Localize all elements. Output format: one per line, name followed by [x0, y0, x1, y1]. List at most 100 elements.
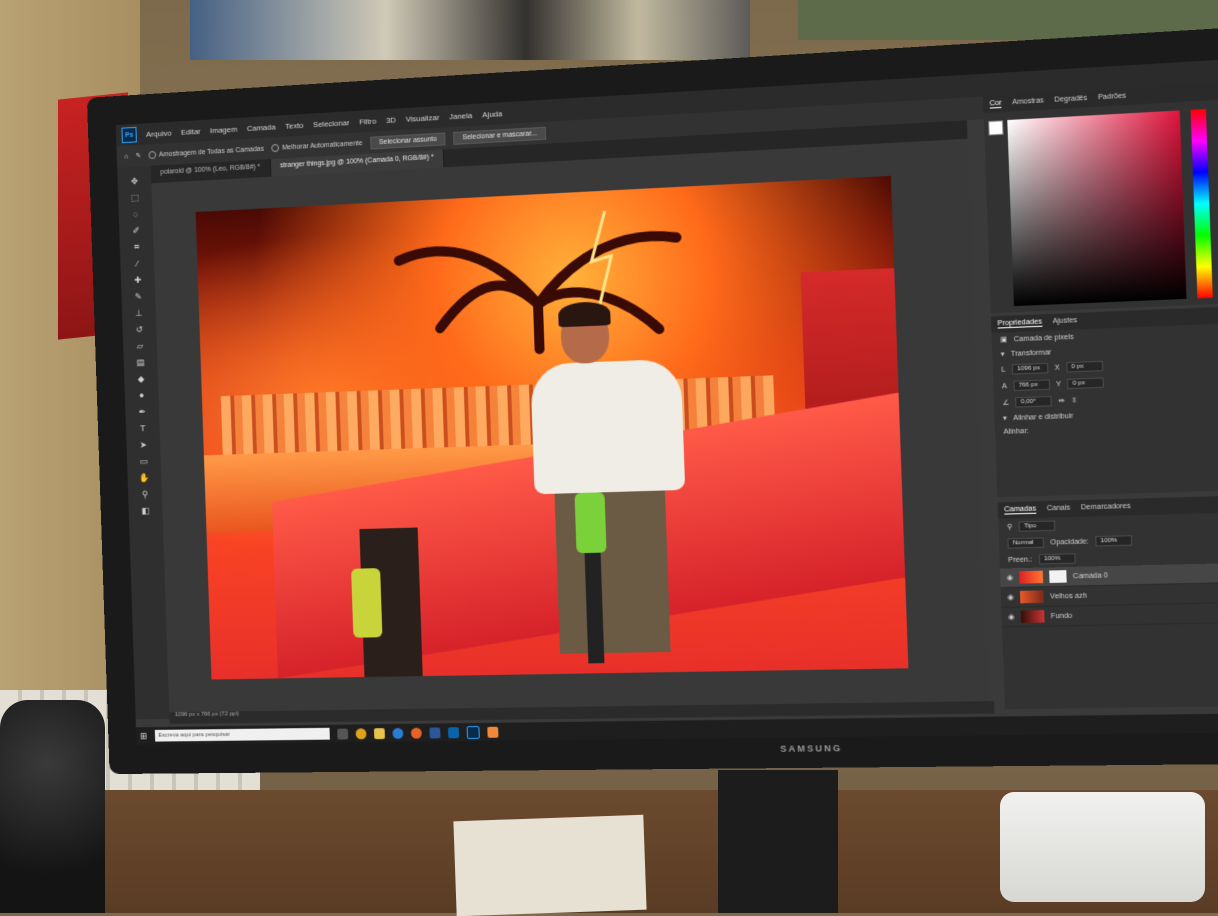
layer-thumbnail [1020, 610, 1045, 623]
w-label: L [1001, 366, 1006, 374]
opacity-label: Opacidade: [1050, 537, 1089, 547]
y-field[interactable]: 0 px [1067, 377, 1105, 390]
zoom-tool-icon[interactable]: ⚲ [139, 489, 151, 499]
color-panel: Cor Amostras Degradês Padrões [982, 81, 1218, 314]
flip-vertical-icon[interactable]: ⇳ [1071, 396, 1078, 404]
tab-cor[interactable]: Cor [989, 99, 1002, 109]
menu-3d[interactable]: 3D [386, 115, 396, 124]
layer-mask-thumbnail[interactable] [1049, 570, 1067, 583]
layer-name: Fundo [1050, 612, 1073, 620]
history-brush-tool-icon[interactable]: ↺ [134, 324, 146, 334]
eraser-tool-icon[interactable]: ▱ [134, 341, 146, 351]
stamp-tool-icon[interactable]: ⊥ [133, 308, 145, 318]
y-label: Y [1055, 380, 1062, 388]
select-mask-button[interactable]: Selecionar e mascarar... [453, 126, 547, 145]
menu-arquivo[interactable]: Arquivo [146, 128, 172, 138]
color-picker-field[interactable] [1007, 110, 1187, 307]
angle-icon: ∠ [1002, 399, 1010, 408]
eyedropper-tool-icon[interactable]: ⁄ [131, 258, 143, 269]
brush-icon[interactable]: ✎ [136, 152, 142, 160]
opacity-field[interactable]: 100% [1095, 535, 1133, 547]
color-swatches-icon[interactable]: ◧ [140, 506, 152, 516]
menu-texto[interactable]: Texto [285, 120, 304, 130]
select-subject-button[interactable]: Selecionar assunto [370, 131, 447, 150]
marquee-tool-icon[interactable]: ⬚ [129, 193, 141, 203]
task-view-icon[interactable] [336, 728, 348, 740]
app-taskbar-icon[interactable] [486, 726, 499, 738]
menu-janela[interactable]: Janela [449, 111, 472, 121]
brush-tool-icon[interactable]: ✎ [133, 291, 145, 301]
artwork-image[interactable] [195, 175, 909, 680]
eye-icon[interactable]: ◉ [1007, 593, 1014, 601]
enhance-auto-option[interactable]: Melhorar Automaticamente [271, 139, 363, 153]
sample-all-layers-option[interactable]: Amostragem de Todas as Camadas [148, 145, 265, 160]
monitor-brand-logo: SAMSUNG [780, 743, 843, 754]
hand-tool-icon[interactable]: ✋ [139, 473, 151, 483]
type-tool-icon[interactable]: T [137, 423, 149, 433]
layer-filter-select[interactable]: Tipo [1018, 520, 1056, 532]
chrome-icon[interactable] [355, 727, 367, 739]
gradient-tool-icon[interactable]: ▤ [135, 357, 147, 367]
monster-silhouette [378, 206, 701, 355]
photoshop-taskbar-icon[interactable] [466, 725, 480, 739]
flip-horizontal-icon[interactable]: ⇹ [1058, 397, 1065, 405]
layers-panel: Camadas Canais Demarcadores ⚲ Tipo Norma… [997, 495, 1218, 710]
tab-padroes[interactable]: Padrões [1098, 93, 1126, 103]
layer-type-label: Camada de pixels [1013, 333, 1074, 343]
dodge-tool-icon[interactable]: ● [136, 390, 148, 400]
eye-icon[interactable]: ◉ [1007, 573, 1014, 581]
sample-all-layers-label: Amostragem de Todas as Camadas [158, 145, 265, 159]
pen-tool-icon[interactable]: ✒ [136, 407, 148, 417]
tab-ajustes[interactable]: Ajustes [1053, 317, 1078, 326]
eye-icon[interactable]: ◉ [1008, 613, 1015, 621]
menu-selecionar[interactable]: Selecionar [313, 118, 350, 129]
x-field[interactable]: 0 px [1065, 360, 1103, 373]
lasso-tool-icon[interactable]: ◌ [130, 209, 142, 219]
layer-name: Camada 0 [1072, 571, 1108, 580]
transform-label: Transformar [1010, 348, 1052, 358]
shelf-items [190, 0, 750, 60]
tab-canais[interactable]: Canais [1047, 504, 1071, 513]
menu-imagem[interactable]: Imagem [210, 124, 238, 134]
x-label: X [1054, 363, 1060, 372]
canvas-area[interactable] [151, 138, 988, 713]
firefox-icon[interactable] [410, 727, 422, 739]
tab-demarcadores[interactable]: Demarcadores [1081, 503, 1131, 513]
menu-camada[interactable]: Camada [247, 122, 276, 132]
taskbar-search-input[interactable]: Escreva aqui para pesquisar [154, 727, 330, 742]
shape-tool-icon[interactable]: ▭ [138, 456, 150, 466]
menu-editar[interactable]: Editar [181, 126, 201, 136]
quick-select-tool-icon[interactable]: ✐ [130, 225, 142, 236]
windows-start-icon[interactable]: ⊞ [140, 731, 147, 742]
blend-mode-select[interactable]: Normal [1007, 537, 1045, 549]
word-icon[interactable] [428, 726, 441, 738]
blur-tool-icon[interactable]: ◆ [135, 374, 147, 384]
file-explorer-icon[interactable] [373, 727, 385, 739]
layer-row[interactable]: ◉ Fundo [1001, 602, 1218, 628]
hue-slider[interactable] [1190, 108, 1213, 299]
edge-icon[interactable] [391, 727, 403, 739]
angle-field[interactable]: 0,00° [1015, 395, 1053, 408]
menu-visualizar[interactable]: Visualizar [406, 112, 440, 123]
person-hair [557, 301, 611, 328]
crop-tool-icon[interactable]: ⌗ [131, 242, 143, 252]
menu-ajuda[interactable]: Ajuda [482, 109, 502, 119]
tab-camadas[interactable]: Camadas [1004, 505, 1037, 515]
menu-filtro[interactable]: Filtro [359, 116, 377, 126]
healing-tool-icon[interactable]: ✚ [132, 275, 144, 285]
home-icon[interactable]: ⌂ [124, 153, 128, 160]
path-select-tool-icon[interactable]: ➤ [138, 440, 150, 450]
tab-propriedades[interactable]: Propriedades [997, 318, 1043, 329]
fill-field[interactable]: 100% [1038, 553, 1076, 565]
foreground-color-swatch[interactable] [988, 120, 1004, 136]
move-tool-icon[interactable]: ✥ [129, 176, 141, 186]
width-field[interactable]: 1096 px [1011, 362, 1049, 375]
height-field[interactable]: 766 px [1013, 379, 1050, 392]
search-icon: ⚲ [1006, 523, 1013, 532]
mail-icon[interactable] [447, 726, 459, 738]
tab-degrades[interactable]: Degradês [1054, 95, 1087, 105]
tab-amostras[interactable]: Amostras [1012, 97, 1044, 107]
scooter-left-panel [351, 568, 383, 638]
properties-panel: Propriedades Ajustes ▣ Camada de pixels … [990, 305, 1218, 498]
pixel-layer-icon: ▣ [1000, 336, 1008, 344]
